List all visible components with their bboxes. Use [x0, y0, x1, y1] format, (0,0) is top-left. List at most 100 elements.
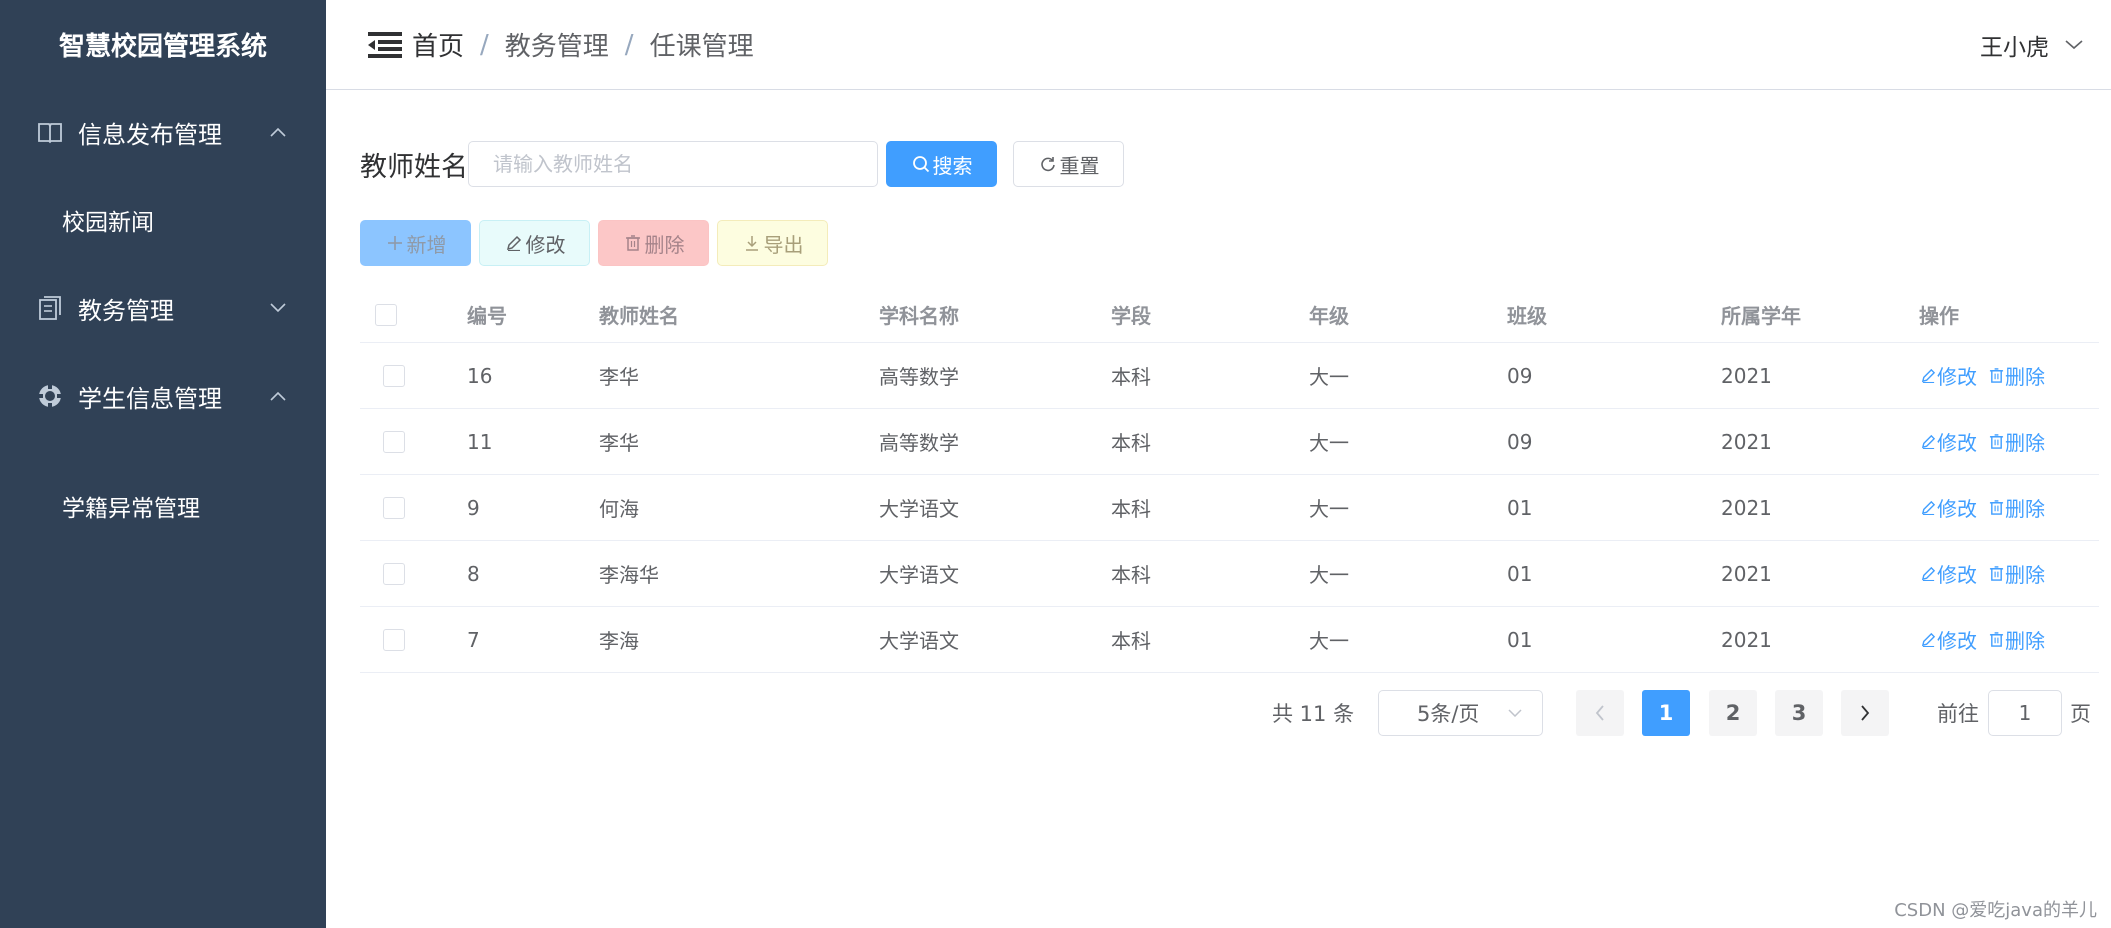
- row-delete-label: 删除: [2005, 497, 2045, 521]
- chevron-down-icon: [1508, 703, 1528, 723]
- sidebar-group-student-info[interactable]: 学生信息管理: [0, 352, 326, 440]
- column-header[interactable]: 班级: [1507, 287, 1547, 342]
- column-header[interactable]: 学段: [1111, 287, 1151, 342]
- export-button-label: 导出: [763, 234, 804, 257]
- row-delete-link[interactable]: 删除: [1987, 493, 2045, 522]
- cell-year: 2021: [1721, 495, 1772, 520]
- search-button-label: 搜索: [932, 155, 973, 178]
- cell-grade: 大一: [1309, 365, 1349, 389]
- row-select-cell: [383, 475, 405, 540]
- column-header[interactable]: 所属学年: [1721, 287, 1801, 342]
- select-all-cell: [375, 287, 397, 342]
- column-header[interactable]: 教师姓名: [599, 287, 679, 342]
- table-row: 8 李海华 大学语文 本科 大一 01 2021 修改 删除: [360, 541, 2099, 607]
- row-checkbox[interactable]: [383, 364, 405, 387]
- chevron-up-icon: [266, 120, 290, 144]
- cell-teacher: 李海: [599, 629, 639, 653]
- goto-label: 前往: [1937, 702, 1979, 726]
- pagination: 共 11 条 5条/页 1 2 3 前往 页: [360, 690, 2100, 736]
- edit-button[interactable]: 修改: [479, 220, 590, 266]
- row-delete-link[interactable]: 删除: [1987, 427, 2045, 456]
- row-edit-link[interactable]: 修改: [1919, 625, 1977, 654]
- cell-class: 01: [1507, 495, 1533, 520]
- row-delete-link[interactable]: 删除: [1987, 361, 2045, 390]
- sidebar-item-campus-news[interactable]: 校园新闻: [0, 176, 326, 264]
- cell-grade: 大一: [1309, 497, 1349, 521]
- cell-class: 01: [1507, 627, 1533, 652]
- cell-teacher: 李华: [599, 431, 639, 455]
- prev-page-button[interactable]: [1576, 690, 1624, 736]
- cell-grade: 大一: [1309, 431, 1349, 455]
- cell-id: 9: [467, 495, 480, 520]
- cell-subject: 大学语文: [879, 497, 959, 521]
- row-edit-link[interactable]: 修改: [1919, 361, 1977, 390]
- row-edit-link[interactable]: 修改: [1919, 427, 1977, 456]
- cell-stage: 本科: [1111, 629, 1151, 653]
- row-checkbox[interactable]: [383, 628, 405, 651]
- row-edit-label: 修改: [1937, 497, 1977, 521]
- page-button-1[interactable]: 1: [1642, 690, 1690, 736]
- sidebar-group-academic[interactable]: 教务管理: [0, 264, 326, 352]
- row-edit-label: 修改: [1937, 629, 1977, 653]
- row-checkbox[interactable]: [383, 430, 405, 453]
- chevron-up-icon: [266, 384, 290, 408]
- delete-button[interactable]: 删除: [598, 220, 709, 266]
- goto-page-input[interactable]: [1988, 690, 2062, 736]
- cell-id: 16: [467, 363, 493, 388]
- sidebar-item-enrollment-exception[interactable]: 学籍异常管理: [0, 462, 326, 550]
- trash-icon: [1987, 433, 2005, 451]
- table-row: 16 李华 高等数学 本科 大一 09 2021 修改 删除: [360, 343, 2099, 409]
- reset-button[interactable]: 重置: [1013, 141, 1124, 187]
- breadcrumb-home[interactable]: 首页: [412, 26, 464, 63]
- cell-subject: 高等数学: [879, 431, 959, 455]
- row-actions: 修改 删除: [1919, 541, 2045, 606]
- page-size-select[interactable]: 5条/页: [1378, 690, 1543, 736]
- table-body: 16 李华 高等数学 本科 大一 09 2021 修改 删除 11 李华 高等数学 本科 大一 09 2021…: [360, 343, 2099, 673]
- row-edit-link[interactable]: 修改: [1919, 493, 1977, 522]
- chevron-right-icon: [1860, 705, 1870, 721]
- row-checkbox[interactable]: [383, 562, 405, 585]
- next-page-button[interactable]: [1841, 690, 1889, 736]
- book-icon: [36, 118, 64, 146]
- edit-icon: [1919, 631, 1937, 649]
- pagination-total: 共 11 条: [1272, 702, 1355, 726]
- cell-id: 7: [467, 627, 480, 652]
- select-all-checkbox[interactable]: [375, 303, 397, 326]
- row-delete-link[interactable]: 删除: [1987, 559, 2045, 588]
- column-header[interactable]: 学科名称: [879, 287, 959, 342]
- column-header[interactable]: 年级: [1309, 287, 1349, 342]
- user-dropdown[interactable]: 王小虎: [1980, 0, 2087, 90]
- row-actions: 修改 删除: [1919, 475, 2045, 540]
- row-select-cell: [383, 409, 405, 474]
- top-header: 首页 / 教务管理 / 任课管理 王小虎: [326, 0, 2111, 90]
- cell-subject: 高等数学: [879, 365, 959, 389]
- course-assignment-table: 编号 教师姓名 学科名称 学段 年级 班级 所属学年 操作 16 李华 高等数学 本科…: [360, 287, 2099, 673]
- table-header-row: 编号 教师姓名 学科名称 学段 年级 班级 所属学年 操作: [360, 287, 2099, 343]
- row-edit-label: 修改: [1937, 365, 1977, 389]
- watermark: CSDN @爱吃java的羊儿: [1894, 900, 2097, 921]
- export-button[interactable]: 导出: [717, 220, 828, 266]
- row-checkbox[interactable]: [383, 496, 405, 519]
- column-header[interactable]: 编号: [467, 287, 507, 342]
- page-button-2[interactable]: 2: [1709, 690, 1757, 736]
- edit-icon: [504, 233, 524, 253]
- search-button[interactable]: 搜索: [886, 141, 997, 187]
- row-delete-label: 删除: [2005, 629, 2045, 653]
- delete-button-label: 删除: [644, 234, 685, 257]
- trash-icon: [1987, 565, 2005, 583]
- cell-class: 09: [1507, 429, 1533, 454]
- row-edit-link[interactable]: 修改: [1919, 559, 1977, 588]
- cell-teacher: 何海: [599, 497, 639, 521]
- page-button-3[interactable]: 3: [1775, 690, 1823, 736]
- edit-icon: [1919, 433, 1937, 451]
- document-icon: [36, 294, 64, 322]
- sidebar-group-info-publish[interactable]: 信息发布管理: [0, 88, 326, 176]
- row-delete-link[interactable]: 删除: [1987, 625, 2045, 654]
- cell-id: 8: [467, 561, 480, 586]
- menu-fold-icon[interactable]: [366, 30, 404, 60]
- add-button[interactable]: 新增: [360, 220, 471, 266]
- app-title: 智慧校园管理系统: [58, 31, 267, 62]
- teacher-name-input[interactable]: [468, 141, 878, 187]
- cell-year: 2021: [1721, 561, 1772, 586]
- trash-icon: [1987, 631, 2005, 649]
